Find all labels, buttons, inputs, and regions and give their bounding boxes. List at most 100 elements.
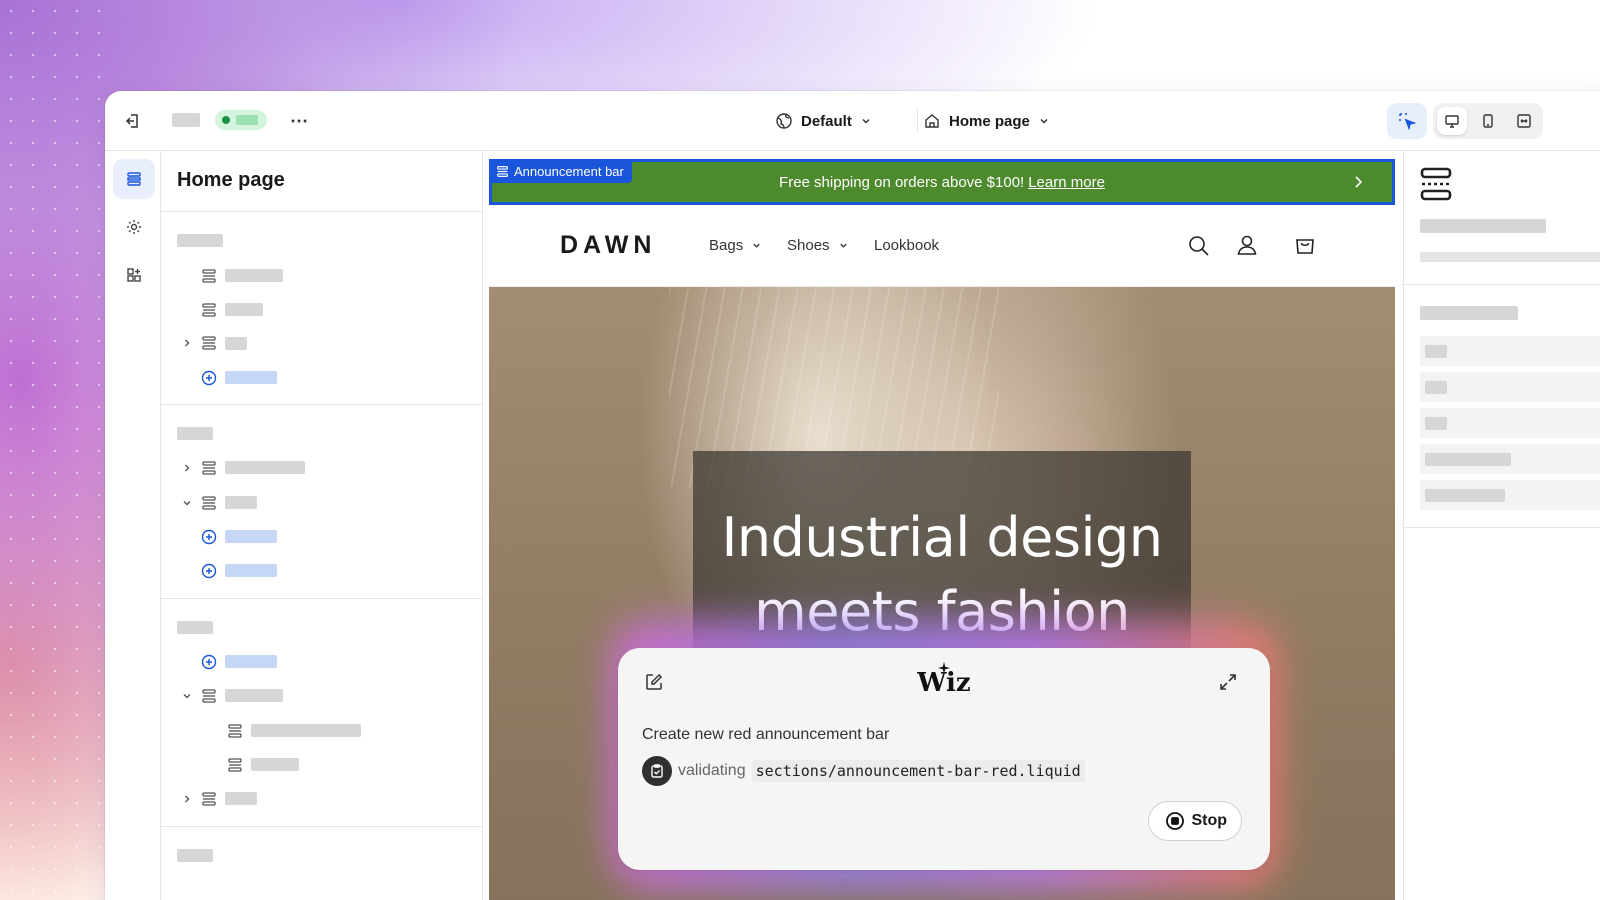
panel-row-placeholder [1425, 381, 1447, 394]
group-header-placeholder [177, 427, 213, 440]
status-dot [222, 116, 230, 124]
sections-sidebar: Home page [161, 151, 483, 900]
panel-row[interactable] [1420, 336, 1600, 366]
panel-row-placeholder [1425, 489, 1505, 502]
tree-item-label-placeholder [225, 269, 283, 282]
add-label-placeholder [225, 655, 277, 668]
status-file: sections/announcement-bar-red.liquid [752, 760, 1085, 782]
panel-row[interactable] [1420, 480, 1600, 510]
panel-divider [1404, 284, 1600, 285]
section-icon [201, 460, 217, 476]
section-icon [201, 495, 217, 511]
panel-title-placeholder [1420, 219, 1546, 233]
globe-icon [775, 112, 793, 130]
panel-subtitle-placeholder [1420, 252, 1600, 262]
panel-row[interactable] [1420, 408, 1600, 438]
nav-item-shoes[interactable]: Shoes [787, 237, 849, 254]
viewport-toggle-group [1433, 103, 1543, 139]
fullwidth-icon [1516, 113, 1532, 129]
section-icon [201, 302, 217, 318]
tree-item-label-placeholder [225, 496, 257, 509]
group-header-placeholder [177, 849, 213, 862]
sidebar-divider [161, 404, 482, 405]
section-icon [1420, 167, 1452, 201]
panel-setting-label-placeholder [1420, 306, 1518, 320]
sections-rail-button[interactable] [113, 159, 155, 199]
stop-label: Stop [1191, 812, 1227, 830]
tree-item-label-placeholder [225, 461, 305, 474]
expand-icon[interactable] [1218, 672, 1238, 692]
nav-item-bags[interactable]: Bags [709, 237, 762, 254]
tree-item-label-placeholder [251, 758, 299, 771]
left-rail [105, 151, 161, 900]
mobile-icon [1480, 113, 1496, 129]
nav-label: Bags [709, 237, 743, 254]
select-element-button[interactable] [1387, 103, 1427, 139]
section-icon [227, 723, 243, 739]
cart-icon[interactable] [1293, 233, 1317, 257]
add-label-placeholder [225, 371, 277, 384]
account-icon[interactable] [1235, 233, 1259, 257]
section-icon [201, 335, 217, 351]
sidebar-divider [161, 826, 482, 827]
page-label: Home page [949, 113, 1030, 130]
home-icon [923, 112, 941, 130]
theme-dropdown[interactable]: Default [775, 107, 872, 135]
store-name-placeholder [172, 113, 200, 127]
add-circle-icon [201, 529, 217, 545]
nav-label: Shoes [787, 237, 830, 254]
stop-icon [1165, 811, 1185, 831]
wiz-assistant-panel: Wiz Create new red announcement bar vali… [618, 648, 1270, 870]
panel-row-placeholder [1425, 453, 1511, 466]
sidebar-divider [161, 211, 482, 212]
wiz-prompt: Create new red announcement bar [642, 726, 889, 744]
select-element-icon [1398, 112, 1416, 130]
search-icon[interactable] [1187, 234, 1211, 258]
learn-more-link[interactable]: Learn more [1028, 174, 1105, 191]
chevron-right-icon[interactable] [1350, 174, 1366, 190]
stop-button[interactable]: Stop [1148, 801, 1242, 841]
tree-item-label-placeholder [225, 337, 247, 350]
more-actions-button[interactable]: ⋯ [285, 107, 313, 135]
chevron-down-icon[interactable] [181, 690, 193, 702]
nav-item-lookbook[interactable]: Lookbook [874, 237, 939, 254]
mobile-view-button[interactable] [1473, 107, 1503, 135]
settings-rail-button[interactable] [113, 207, 155, 247]
clipboard-check-icon [642, 756, 672, 786]
page-title: Home page [177, 169, 285, 192]
store-logo[interactable]: DAWN [560, 231, 656, 260]
chevron-down-icon [838, 240, 849, 251]
chevron-right-icon[interactable] [181, 462, 193, 474]
page-dropdown[interactable]: Home page [923, 107, 1050, 135]
status-word: validating [678, 762, 746, 780]
exit-icon[interactable] [119, 107, 147, 135]
panel-row[interactable] [1420, 372, 1600, 402]
group-header-placeholder [177, 234, 223, 247]
desktop-icon [1444, 113, 1460, 129]
panel-row[interactable] [1420, 444, 1600, 474]
panel-row-placeholder [1425, 345, 1447, 358]
tree-item-label-placeholder [225, 303, 263, 316]
background-dots [0, 0, 105, 900]
chevron-right-icon[interactable] [181, 337, 193, 349]
announcement-text: Free shipping on orders above $100! [779, 174, 1024, 191]
top-bar: ⋯ Default Home page [105, 91, 1600, 151]
chevron-right-icon[interactable] [181, 793, 193, 805]
section-icon [201, 688, 217, 704]
topbar-separator [917, 109, 918, 133]
add-circle-icon [201, 370, 217, 386]
apps-rail-button[interactable] [113, 255, 155, 295]
sections-icon [125, 170, 143, 188]
chevron-down-icon[interactable] [181, 497, 193, 509]
announcement-tag-label: Announcement bar [514, 164, 624, 179]
panel-row-placeholder [1425, 417, 1447, 430]
nav-label: Lookbook [874, 237, 939, 254]
sparkle-icon [938, 662, 950, 674]
fullwidth-view-button[interactable] [1509, 107, 1539, 135]
sidebar-divider [161, 598, 482, 599]
add-circle-icon [201, 563, 217, 579]
hero-title-line: Industrial design [693, 501, 1191, 575]
settings-panel [1403, 151, 1600, 900]
section-icon [227, 757, 243, 773]
desktop-view-button[interactable] [1437, 107, 1467, 135]
